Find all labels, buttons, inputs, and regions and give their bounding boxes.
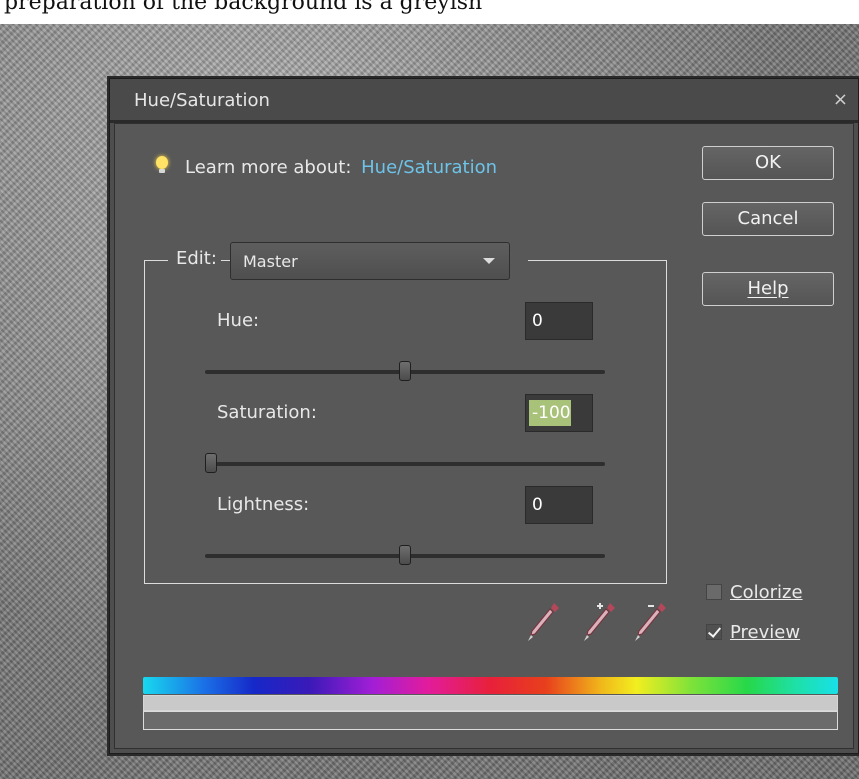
edit-channel-value: Master [243, 252, 298, 271]
group-box-gap [510, 254, 528, 266]
saturation-slider-thumb[interactable] [205, 453, 217, 473]
hue-slider-thumb[interactable] [399, 361, 411, 381]
dialog-title: Hue/Saturation [134, 90, 270, 111]
chevron-down-icon [483, 258, 495, 264]
lightness-input[interactable] [525, 486, 593, 524]
hue-saturation-dialog: Hue/Saturation × Learn more about: Hue/S… [109, 78, 859, 754]
colorize-checkbox[interactable] [706, 584, 722, 600]
eyedropper-minus-icon[interactable] [632, 601, 668, 645]
preview-checkbox-row[interactable]: Preview [706, 622, 800, 643]
lightness-slider[interactable] [205, 545, 605, 565]
preview-label: Preview [730, 622, 801, 643]
edit-label: Edit: [168, 248, 221, 269]
color-spectrum-bar-bottom [143, 711, 838, 730]
lightness-label: Lightness: [217, 494, 310, 515]
saturation-label: Saturation: [217, 402, 317, 423]
lightbulb-icon [155, 156, 169, 176]
hue-slider[interactable] [205, 361, 605, 381]
page-caption-strip: preparation of the background is a greyi… [0, 0, 859, 24]
preview-checkbox[interactable] [706, 624, 722, 640]
dialog-content: Learn more about: Hue/Saturation OK Canc… [114, 123, 854, 749]
ok-button[interactable]: OK [702, 146, 834, 180]
lightness-slider-thumb[interactable] [399, 545, 411, 565]
learn-more-row: Learn more about: Hue/Saturation [155, 156, 497, 178]
cancel-button[interactable]: Cancel [702, 202, 834, 236]
page-caption-text: preparation of the background is a greyi… [4, 0, 483, 15]
saturation-slider[interactable] [205, 453, 605, 473]
dialog-titlebar[interactable]: Hue/Saturation × [110, 79, 858, 123]
learn-more-link[interactable]: Hue/Saturation [361, 157, 497, 178]
saturation-input[interactable] [525, 394, 593, 432]
learn-more-label: Learn more about: [185, 157, 352, 178]
color-spectrum-bar-top [143, 677, 838, 694]
edit-channel-select[interactable]: Master [230, 242, 510, 280]
hue-label: Hue: [217, 310, 260, 331]
help-button[interactable]: Help [702, 272, 834, 306]
color-spectrum-bar-middle [143, 695, 838, 711]
close-icon[interactable]: × [833, 89, 848, 110]
eyedropper-icon[interactable] [525, 601, 561, 645]
colorize-checkbox-row[interactable]: Colorize [706, 582, 803, 603]
hue-input[interactable] [525, 302, 593, 340]
colorize-label: Colorize [730, 582, 803, 603]
eyedropper-plus-icon[interactable] [581, 601, 617, 645]
